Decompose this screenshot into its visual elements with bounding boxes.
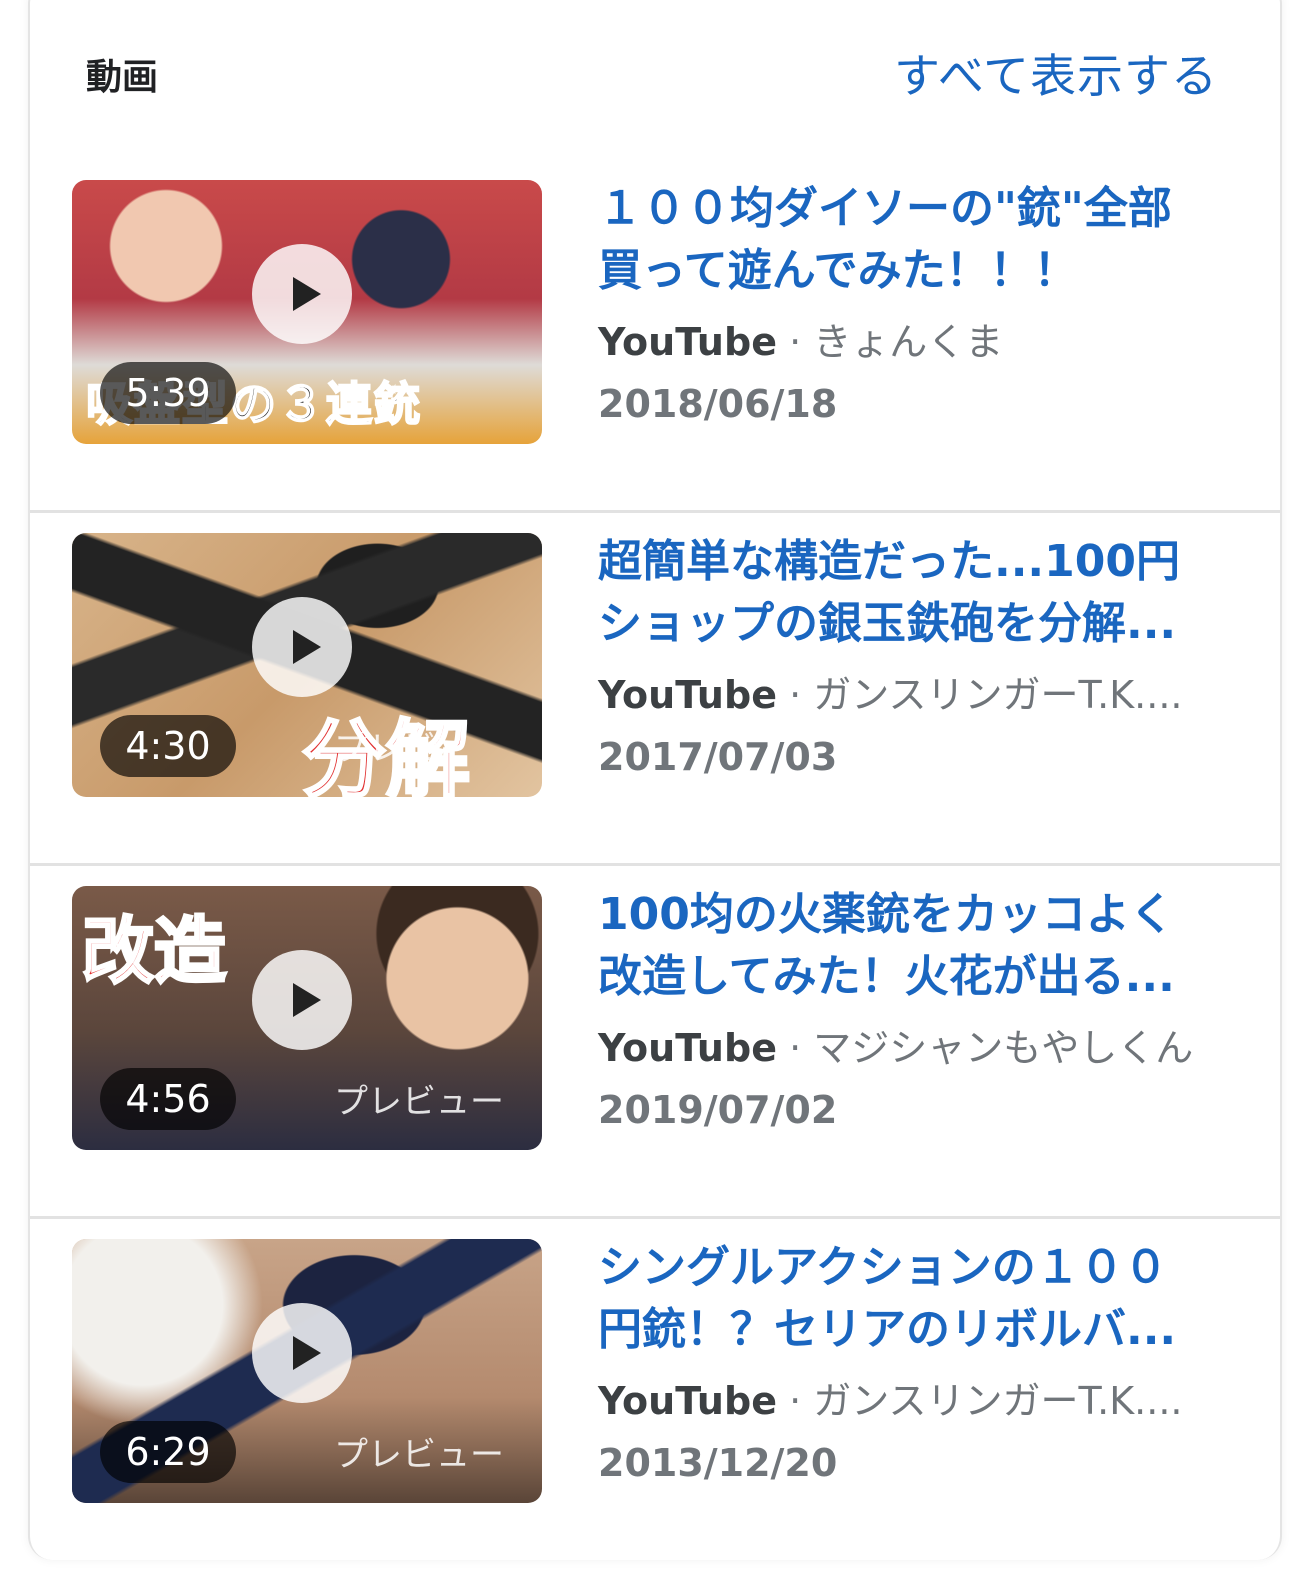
video-thumbnail[interactable]: 分解 4:30 プレビ [72, 533, 542, 797]
video-result-item[interactable]: 改造 4:56 プレビュー 100均の火薬銃をカッコよく 改造してみた！火花が出… [30, 866, 1280, 1219]
play-icon [252, 597, 352, 697]
video-result-item[interactable]: 6:29 プレビュー シングルアクションの１００ 円銃！？セリアのリボルバ...… [30, 1219, 1280, 1572]
video-meta: YouTube · ガンスリンガーT.K.... [598, 669, 1183, 721]
play-icon [252, 244, 352, 344]
meta-separator: · [789, 1026, 814, 1070]
video-result-item[interactable]: 分解 4:30 プレビ 超簡単な構造だった...100円 ショップの銀玉鉄砲を分… [30, 513, 1280, 866]
video-title-link[interactable]: 超簡単な構造だった...100円 ショップの銀玉鉄砲を分解... [598, 531, 1218, 655]
video-result-item[interactable]: 吸盤型の３連銃 5:39 １００均ダイソーの"銃"全部 買って遊んでみた！！！ … [30, 160, 1280, 513]
video-thumbnail[interactable]: 6:29 プレビュー [72, 1239, 542, 1503]
video-meta: YouTube · マジシャンもやしくん [598, 1022, 1193, 1074]
video-source: YouTube [598, 673, 777, 717]
video-meta: YouTube · ガンスリンガーT.K.... [598, 1375, 1183, 1427]
video-source: YouTube [598, 1379, 777, 1423]
video-channel: マジシャンもやしくん [813, 1026, 1194, 1070]
meta-separator: · [789, 673, 814, 717]
duration-badge: 4:30 [100, 715, 236, 777]
video-title-link[interactable]: 100均の火薬銃をカッコよく 改造してみた！火花が出る... [598, 884, 1218, 1008]
video-date: 2019/07/02 [598, 1088, 838, 1132]
preview-label: プレビュー [334, 1435, 504, 1475]
video-thumbnail[interactable]: 吸盤型の３連銃 5:39 [72, 180, 542, 444]
video-channel: きょんくま [813, 320, 1004, 364]
meta-separator: · [789, 1379, 814, 1423]
meta-separator: · [789, 320, 814, 364]
duration-badge: 6:29 [100, 1421, 236, 1483]
video-channel: ガンスリンガーT.K.... [813, 1379, 1183, 1423]
view-all-link[interactable]: すべて表示する [894, 40, 1218, 106]
video-channel: ガンスリンガーT.K.... [813, 673, 1183, 717]
thumbnail-caption: 改造 [80, 908, 227, 995]
duration-badge: 4:56 [100, 1068, 236, 1130]
preview-label: プレビュー [334, 1082, 504, 1122]
video-source: YouTube [598, 1026, 777, 1070]
play-icon [252, 1303, 352, 1403]
video-thumbnail[interactable]: 改造 4:56 プレビュー [72, 886, 542, 1150]
duration-badge: 5:39 [100, 362, 236, 424]
video-date: 2013/12/20 [598, 1441, 838, 1485]
preview-label: プレビ [334, 729, 436, 769]
video-source: YouTube [598, 320, 777, 364]
video-date: 2018/06/18 [598, 382, 838, 426]
section-title: 動画 [86, 57, 159, 98]
video-title-link[interactable]: シングルアクションの１００ 円銃！？セリアのリボルバ... [598, 1237, 1218, 1361]
play-icon [252, 950, 352, 1050]
video-results-card: 動画 すべて表示する 吸盤型の３連銃 5:39 １００均ダイソーの"銃"全部 買… [28, 0, 1282, 1560]
video-date: 2017/07/03 [598, 735, 838, 779]
video-title-link[interactable]: １００均ダイソーの"銃"全部 買って遊んでみた！！！ [598, 178, 1218, 302]
video-meta: YouTube · きょんくま [598, 316, 1003, 368]
card-header: 動画 すべて表示する [30, 0, 1280, 140]
